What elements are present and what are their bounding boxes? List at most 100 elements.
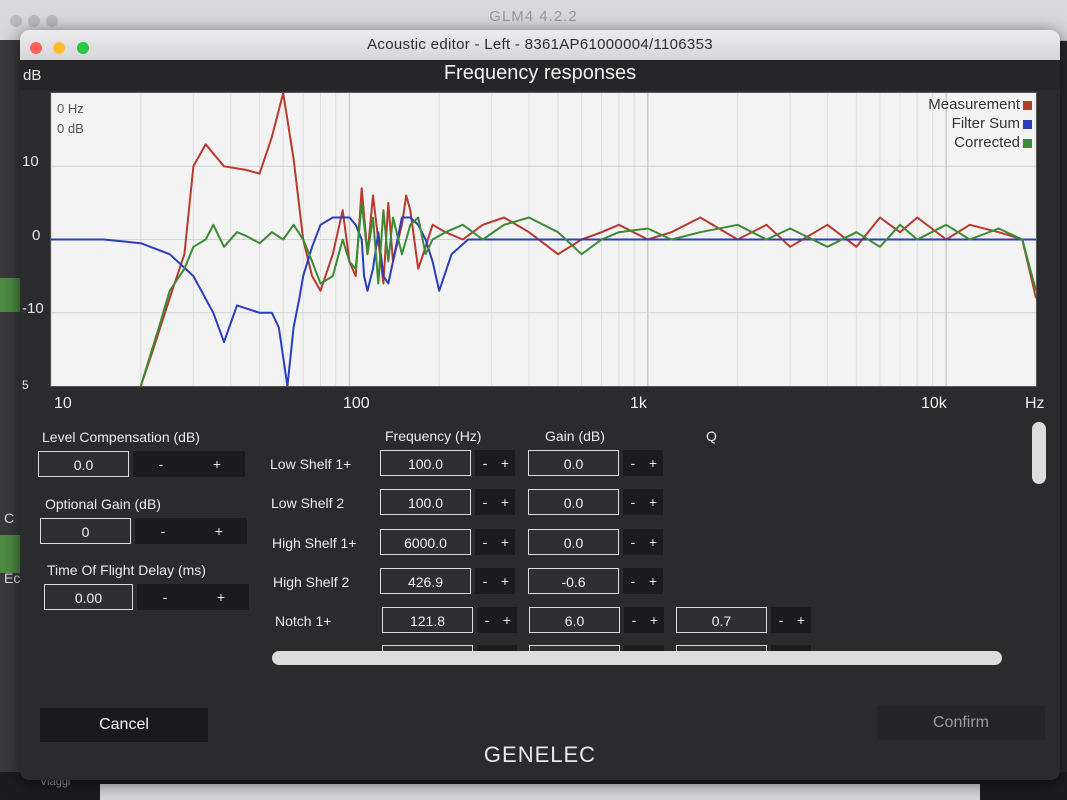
frequency-column-header: Frequency (Hz) <box>385 428 482 444</box>
acoustic-editor-dialog: Acoustic editor - Left - 8361AP61000004/… <box>20 30 1060 780</box>
filter-gain-stepper: - + <box>623 568 663 594</box>
background-green-block <box>0 278 22 312</box>
increment-button[interactable]: + <box>643 529 663 555</box>
filter-gain-field[interactable]: 0.0 <box>528 529 619 555</box>
filter-gain-field[interactable]: -0.6 <box>528 568 619 594</box>
y-tick-label: 5 <box>22 378 29 392</box>
gain-column-header: Gain (dB) <box>545 428 605 444</box>
filter-gain-field[interactable]: 0.0 <box>528 489 619 515</box>
decrement-button[interactable]: - <box>623 568 643 594</box>
increment-button[interactable]: + <box>495 489 515 515</box>
filter-gain-field[interactable]: 0.0 <box>528 450 619 476</box>
filter-list-vertical-scrollbar[interactable] <box>1032 422 1046 484</box>
level-compensation-field[interactable]: 0.0 <box>38 451 129 477</box>
filter-row-name: Notch 1+ <box>275 613 332 629</box>
filter-frequency-stepper: - + <box>475 529 515 555</box>
genelec-logo: GENELEC <box>483 742 597 767</box>
window-titlebar: Acoustic editor - Left - 8361AP61000004/… <box>20 30 1060 60</box>
legend-entry-measurement: Measurement <box>928 95 1032 114</box>
decrement-button[interactable]: - <box>475 568 495 594</box>
chart-title: Frequency responses <box>443 62 637 84</box>
x-axis-unit: Hz <box>1025 395 1045 412</box>
time-of-flight-delay-stepper: - + <box>137 584 249 610</box>
legend-swatch <box>1023 100 1032 110</box>
cancel-button[interactable]: Cancel <box>40 708 208 742</box>
increment-button[interactable]: + <box>643 568 663 594</box>
background-green-button[interactable] <box>0 535 22 573</box>
decrement-button[interactable]: - <box>475 450 495 476</box>
decrement-button[interactable]: - <box>623 529 643 555</box>
filter-frequency-field[interactable]: 100.0 <box>380 450 471 476</box>
decrement-button[interactable]: - <box>623 450 643 476</box>
increment-button[interactable]: + <box>643 450 663 476</box>
increment-button[interactable]: + <box>643 489 663 515</box>
background-window-title: GLM4 4.2.2 <box>489 8 578 25</box>
increment-button[interactable]: + <box>495 529 515 555</box>
filter-frequency-field[interactable]: 121.8 <box>382 607 473 633</box>
chart-header: dB Frequency responses <box>20 60 1060 90</box>
increment-button[interactable]: + <box>495 450 515 476</box>
frequency-response-svg <box>51 93 1036 386</box>
filter-row-name: High Shelf 2 <box>273 574 350 590</box>
filter-q-field[interactable]: 0.7 <box>676 607 767 633</box>
x-tick-label: 10k <box>921 395 947 412</box>
filter-row-name: Low Shelf 2 <box>271 495 345 511</box>
x-tick-label: 1k <box>630 395 647 412</box>
optional-gain-increment-button[interactable]: + <box>191 518 247 544</box>
y-tick-label: 0 <box>32 227 41 244</box>
cursor-readout: 0 Hz 0 dB <box>57 99 84 139</box>
level-compensation-label: Level Compensation (dB) <box>42 429 200 445</box>
time-of-flight-delay-decrement-button[interactable]: - <box>137 584 193 610</box>
decrement-button[interactable]: - <box>475 489 495 515</box>
filter-frequency-stepper: - + <box>475 489 515 515</box>
background-bottom-strip <box>100 784 980 800</box>
level-compensation-increment-button[interactable]: + <box>189 451 245 477</box>
filter-frequency-stepper: - + <box>475 450 515 476</box>
legend-swatch <box>1023 138 1032 148</box>
background-label: C <box>4 510 15 526</box>
y-tick-label: -10 <box>22 300 44 317</box>
window-title: Acoustic editor - Left - 8361AP61000004/… <box>367 36 713 53</box>
cursor-gain: 0 dB <box>57 121 84 136</box>
filter-frequency-field[interactable]: 6000.0 <box>380 529 471 555</box>
filter-gain-stepper: - + <box>623 529 663 555</box>
increment-button[interactable]: + <box>791 607 811 633</box>
level-compensation-stepper: - + <box>133 451 245 477</box>
optional-gain-stepper: - + <box>135 518 247 544</box>
filter-gain-field[interactable]: 6.0 <box>529 607 620 633</box>
time-of-flight-delay-increment-button[interactable]: + <box>193 584 249 610</box>
increment-button[interactable]: + <box>644 607 664 633</box>
decrement-button[interactable]: - <box>624 607 644 633</box>
background-label: Ec <box>4 570 21 586</box>
filter-q-stepper: - + <box>771 607 811 633</box>
time-of-flight-delay-field[interactable]: 0.00 <box>44 584 133 610</box>
q-column-header: Q <box>706 428 717 444</box>
legend-entry-filter-sum: Filter Sum <box>928 114 1032 133</box>
filter-gain-stepper: - + <box>623 489 663 515</box>
frequency-response-plot[interactable]: 0 Hz 0 dB Measurement Filter Sum Correct… <box>50 92 1037 387</box>
y-tick-label: 10 <box>22 153 39 170</box>
filter-gain-stepper: - + <box>623 450 663 476</box>
filter-row-name: Low Shelf 1+ <box>270 456 352 472</box>
cursor-frequency: 0 Hz <box>57 101 84 116</box>
decrement-button[interactable]: - <box>623 489 643 515</box>
confirm-button[interactable]: Confirm <box>877 706 1045 740</box>
decrement-button[interactable]: - <box>771 607 791 633</box>
increment-button[interactable]: + <box>495 568 515 594</box>
filter-frequency-stepper: - + <box>477 607 517 633</box>
filter-frequency-field[interactable]: 100.0 <box>380 489 471 515</box>
optional-gain-decrement-button[interactable]: - <box>135 518 191 544</box>
filter-frequency-field[interactable]: 426.9 <box>380 568 471 594</box>
filter-list-horizontal-scrollbar[interactable] <box>272 651 1002 665</box>
filter-row-name: High Shelf 1+ <box>272 535 357 551</box>
legend-swatch <box>1023 119 1032 129</box>
x-tick-label: 10 <box>54 395 72 412</box>
optional-gain-field[interactable]: 0 <box>40 518 131 544</box>
chart-legend: Measurement Filter Sum Corrected <box>928 95 1032 152</box>
decrement-button[interactable]: - <box>477 607 497 633</box>
level-compensation-decrement-button[interactable]: - <box>133 451 189 477</box>
decrement-button[interactable]: - <box>475 529 495 555</box>
background-left-panel: C Ec <box>0 40 22 800</box>
filter-frequency-stepper: - + <box>475 568 515 594</box>
increment-button[interactable]: + <box>497 607 517 633</box>
